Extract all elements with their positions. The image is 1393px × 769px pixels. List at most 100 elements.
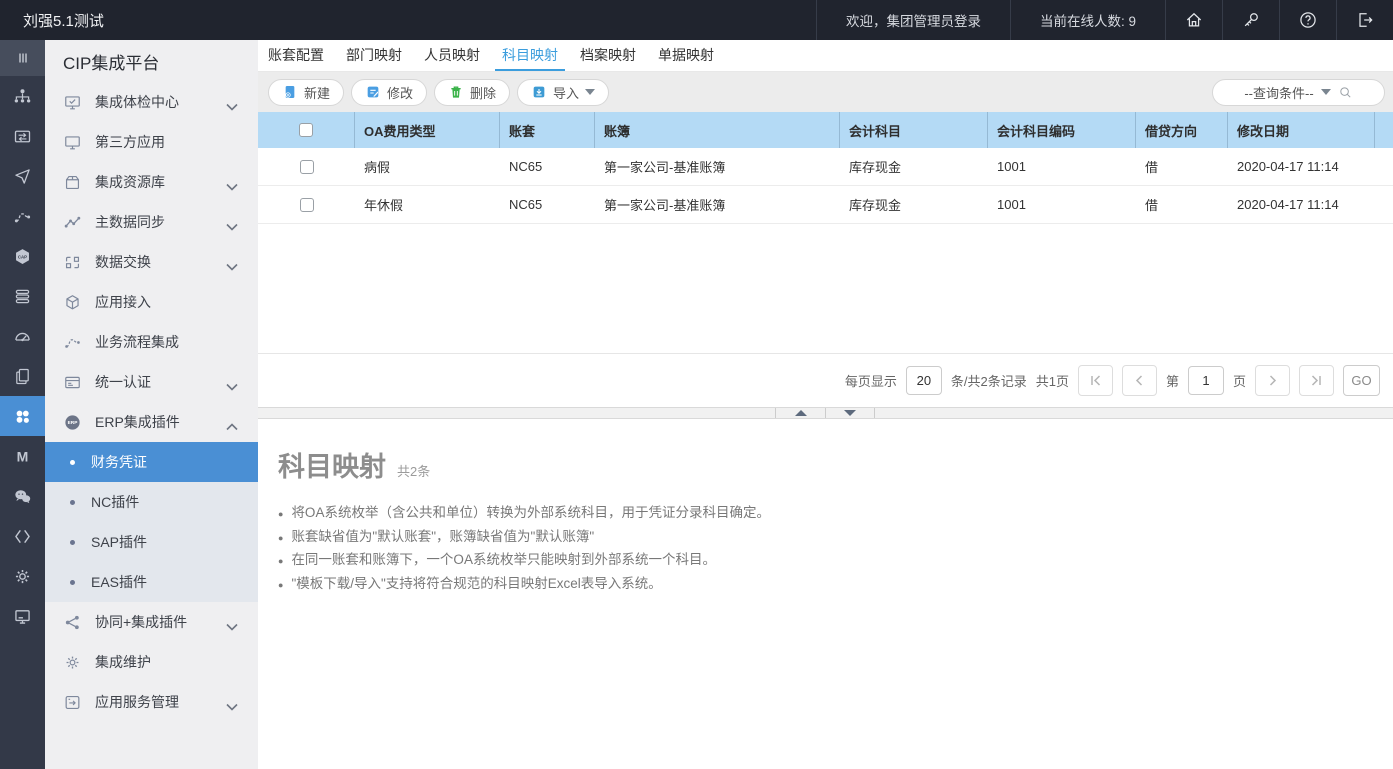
sidebar-item-master-data-sync[interactable]: 主数据同步: [45, 202, 258, 242]
delete-button[interactable]: 删除: [434, 79, 510, 106]
column-header-oa-expense-type[interactable]: OA费用类型: [355, 112, 500, 148]
sidebar-item-app-service-mgmt[interactable]: 应用服务管理: [45, 682, 258, 722]
query-conditions-dropdown[interactable]: --查询条件--: [1212, 79, 1385, 106]
import-button[interactable]: 导入: [517, 79, 609, 106]
rail-item-send[interactable]: [0, 156, 45, 196]
column-header-account-book[interactable]: 账簿: [595, 112, 840, 148]
cell-modified-date: 2020-04-17 11:14: [1228, 148, 1375, 185]
rail-item-wechat[interactable]: [0, 476, 45, 516]
tab-department-mapping[interactable]: 部门映射: [339, 40, 409, 71]
sidebar-item-label: 数据交换: [95, 252, 226, 272]
column-header-modified-date[interactable]: 修改日期: [1228, 112, 1375, 148]
splitter-expand-button[interactable]: [775, 408, 825, 418]
prev-page-icon: [1133, 374, 1146, 387]
table-row[interactable]: 年休假 NC65 第一家公司-基准账簿 库存现金 1001 借 2020-04-…: [258, 186, 1393, 224]
app-title: 刘强5.1测试: [0, 10, 104, 31]
table-row[interactable]: 病假 NC65 第一家公司-基准账簿 库存现金 1001 借 2020-04-1…: [258, 148, 1393, 186]
help-icon: [1298, 10, 1318, 30]
first-page-button[interactable]: [1078, 365, 1113, 396]
rail-item-sitemap[interactable]: [0, 76, 45, 116]
welcome-text: 欢迎，集团管理员登录: [816, 0, 1010, 40]
cell-modified-date: 2020-04-17 11:14: [1228, 186, 1375, 223]
logout-button[interactable]: [1336, 0, 1393, 40]
sidebar-item-third-party-app[interactable]: 第三方应用: [45, 122, 258, 162]
column-header-subject-code[interactable]: 会计科目编码: [988, 112, 1136, 148]
card-arrows-icon: [12, 126, 33, 147]
sidebar-item-bpm-integration[interactable]: 业务流程集成: [45, 322, 258, 362]
cell-extra: [1375, 186, 1393, 223]
query-conditions-label: --查询条件--: [1244, 83, 1313, 102]
next-page-button[interactable]: [1255, 365, 1290, 396]
edit-button[interactable]: 修改: [351, 79, 427, 106]
cell-accounting-subject: 库存现金: [840, 186, 988, 223]
import-icon: [531, 84, 547, 100]
info-bullet: ●"模板下载/导入"支持将符合规范的科目映射Excel表导入系统。: [278, 577, 1363, 592]
sidebar-item-health-center[interactable]: 集成体检中心: [45, 82, 258, 122]
column-header-debit-credit[interactable]: 借贷方向: [1136, 112, 1228, 148]
row-checkbox[interactable]: [300, 198, 314, 212]
bullet-dot-icon: [70, 580, 75, 585]
triangle-down-icon: [844, 410, 856, 416]
sidebar-item-erp-plugins[interactable]: ERP ERP集成插件: [45, 402, 258, 442]
home-icon: [1184, 10, 1204, 30]
sidebar-toggle-button[interactable]: [0, 40, 45, 76]
rail-item-code[interactable]: [0, 516, 45, 556]
sidebar-item-data-exchange[interactable]: 数据交换: [45, 242, 258, 282]
cell-account-set: NC65: [500, 148, 595, 185]
rail-item-process-flow[interactable]: [0, 196, 45, 236]
tab-account-set-config[interactable]: 账套配置: [261, 40, 331, 71]
sidebar-item-integration-maintenance[interactable]: 集成维护: [45, 642, 258, 682]
home-button[interactable]: [1165, 0, 1222, 40]
column-header-accounting-subject[interactable]: 会计科目: [840, 112, 988, 148]
info-bullet: ●将OA系统枚举（含公共和单位）转换为外部系统科目，用于凭证分录科目确定。: [278, 506, 1363, 521]
prev-page-button[interactable]: [1122, 365, 1157, 396]
tab-document-mapping[interactable]: 单据映射: [651, 40, 721, 71]
go-button[interactable]: GO: [1343, 365, 1380, 396]
sidebar-item-unified-auth[interactable]: 统一认证: [45, 362, 258, 402]
flow-icon: [63, 333, 82, 352]
sidebar-item-label: 集成体检中心: [95, 92, 226, 112]
sidebar-item-financial-voucher[interactable]: 财务凭证: [45, 442, 258, 482]
last-page-button[interactable]: [1299, 365, 1334, 396]
plugins-clover-icon: [12, 406, 33, 427]
row-checkbox[interactable]: [300, 160, 314, 174]
sidebar-item-nc-plugin[interactable]: NC插件: [45, 482, 258, 522]
main-content: 账套配置 部门映射 人员映射 科目映射 档案映射 单据映射 新建 修改 删除 导…: [258, 40, 1393, 769]
help-button[interactable]: [1279, 0, 1336, 40]
sidebar-item-collab-plugins[interactable]: 协同+集成插件: [45, 602, 258, 642]
tab-subject-mapping[interactable]: 科目映射: [495, 40, 565, 71]
rail-item-stack[interactable]: [0, 276, 45, 316]
chevron-down-icon: [226, 698, 238, 706]
rail-item-terminal[interactable]: [0, 596, 45, 636]
rail-item-erp-plugins[interactable]: [0, 396, 45, 436]
rail-item-m-app[interactable]: M: [0, 436, 45, 476]
paper-plane-icon: [12, 166, 33, 187]
select-all-checkbox[interactable]: [299, 123, 313, 137]
column-header-account-set[interactable]: 账套: [500, 112, 595, 148]
toolbar: 新建 修改 删除 导入 --查询条件--: [258, 72, 1393, 112]
rail-item-third-party[interactable]: [0, 116, 45, 156]
sidebar-item-eas-plugin[interactable]: EAS插件: [45, 562, 258, 602]
bullet-dot-icon: ●: [278, 578, 283, 592]
rail-item-monitor-gauge[interactable]: [0, 316, 45, 356]
table-header-row: OA费用类型 账套 账簿 会计科目 会计科目编码 借贷方向 修改日期: [258, 112, 1393, 148]
per-page-input[interactable]: [906, 366, 942, 395]
tab-person-mapping[interactable]: 人员映射: [417, 40, 487, 71]
sidebar-item-sap-plugin[interactable]: SAP插件: [45, 522, 258, 562]
splitter-collapse-button[interactable]: [825, 408, 875, 418]
share-nodes-icon: [63, 613, 82, 632]
layers-icon: [12, 286, 33, 307]
page-number-input[interactable]: [1188, 366, 1224, 395]
tab-archive-mapping[interactable]: 档案映射: [573, 40, 643, 71]
row-select-cell: [258, 148, 355, 185]
trash-icon: [448, 84, 464, 100]
password-button[interactable]: [1222, 0, 1279, 40]
rail-item-settings[interactable]: [0, 556, 45, 596]
new-button[interactable]: 新建: [268, 79, 344, 106]
rail-item-cap[interactable]: CAP: [0, 236, 45, 276]
rail-item-documents[interactable]: [0, 356, 45, 396]
panel-splitter[interactable]: [258, 407, 1393, 419]
sidebar-item-resource-library[interactable]: 集成资源库: [45, 162, 258, 202]
sidebar-item-app-access[interactable]: 应用接入: [45, 282, 258, 322]
edit-button-label: 修改: [387, 83, 413, 102]
